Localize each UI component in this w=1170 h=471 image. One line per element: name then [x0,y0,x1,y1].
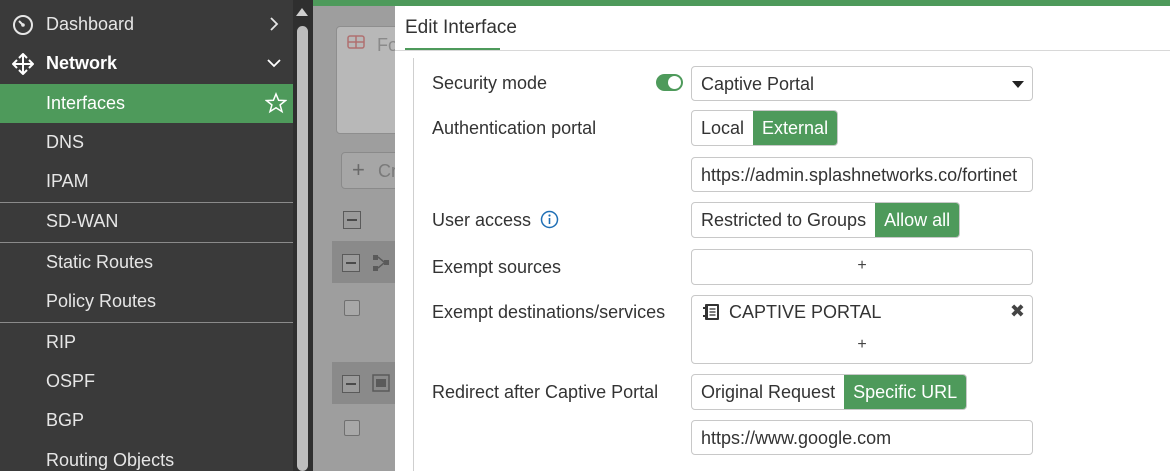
security-mode-select[interactable]: Captive Portal [691,66,1033,101]
edit-interface-dialog: Edit Interface Security mode Captive Por… [395,6,1170,471]
dialog-header-divider [395,50,1170,51]
chevron-right-icon [270,17,279,31]
security-mode-label: Security mode [432,73,548,93]
sidebar-item-label: DNS [46,132,85,152]
sidebar-item-label: Policy Routes [46,291,157,311]
caret-down-icon [1012,81,1024,88]
exempt-destination-entry: CAPTIVE PORTAL [729,302,882,322]
hierarchy-icon [373,255,389,271]
dialog-section-border [413,58,414,471]
redirect-label: Redirect after Captive Portal [432,382,659,402]
star-favorite-icon[interactable] [265,92,287,114]
exempt-destinations-add-button[interactable]: + [692,336,1032,354]
redirect-url-value: https://www.google.com [701,428,892,448]
sidebar-item-label: OSPF [46,371,96,391]
sidebar: Dashboard Network Interfaces DNS IPAM SD… [0,0,295,471]
sidebar-item-label: BGP [46,410,85,430]
auth-portal-option-local[interactable]: Local [692,111,753,145]
port-icon [372,374,390,392]
sidebar-item-ospf[interactable]: OSPF [0,362,293,401]
sidebar-item-policy-routes[interactable]: Policy Routes [0,282,293,321]
sidebar-item-label: Static Routes [46,252,154,272]
sidebar-item-static-routes[interactable]: Static Routes [0,243,293,282]
sidebar-item-label: RIP [46,332,77,352]
sidebar-item-bgp[interactable]: BGP [0,401,293,440]
sidebar-item-rip[interactable]: RIP [0,323,293,362]
sidebar-item-network[interactable]: Network [0,44,293,83]
sidebar-item-label: Routing Objects [46,450,175,470]
sidebar-item-interfaces[interactable]: Interfaces [0,84,293,123]
chevron-down-icon [267,59,281,68]
exempt-sources-field[interactable]: + [691,249,1033,285]
plus-icon: + [352,157,365,182]
collapse-group-icon [342,375,360,393]
user-access-toggle: Restricted to Groups Allow all [691,202,961,238]
exempt-sources-add-button[interactable]: + [692,257,1032,275]
collapse-group-icon [342,254,360,272]
auth-portal-label: Authentication portal [432,118,597,138]
auth-portal-url-input[interactable]: https://admin.splashnetworks.co/fortinet [691,157,1033,192]
exempt-destinations-label: Exempt destinations/services [432,302,666,322]
collapse-all-icon [343,211,361,229]
security-mode-toggle[interactable] [656,74,683,91]
dashboard-gauge-icon [13,15,33,35]
address-book-icon [703,304,719,320]
network-arrows-icon [12,53,34,75]
background-group-row [332,362,402,404]
row-checkbox [344,420,360,436]
user-access-option-allow-all[interactable]: Allow all [875,203,960,237]
auth-portal-url-value: https://admin.splashnetworks.co/fortinet [701,165,1018,185]
sidebar-item-sd-wan[interactable]: SD-WAN [0,202,293,241]
sidebar-item-label: Interfaces [46,93,126,113]
remove-entry-icon[interactable]: ✖ [1010,301,1025,322]
user-access-label: User access [432,210,532,230]
user-access-option-restricted[interactable]: Restricted to Groups [692,203,875,237]
sidebar-item-label: Network [46,53,118,73]
security-mode-value: Captive Portal [701,74,815,94]
redirect-option-specific-url[interactable]: Specific URL [844,375,967,409]
redirect-toggle: Original Request Specific URL [691,374,968,410]
background-group-row [332,241,402,283]
dialog-title: Edit Interface [405,17,517,38]
sidebar-scrollbar-thumb[interactable] [297,26,308,471]
scroll-up-arrow-icon[interactable] [296,8,308,16]
sidebar-item-label: SD-WAN [46,211,119,231]
fortigate-device-icon [347,35,365,49]
sidebar-item-dns[interactable]: DNS [0,123,293,162]
sidebar-item-label: IPAM [46,171,89,191]
auth-portal-toggle: Local External [691,110,839,146]
info-icon[interactable] [540,210,559,229]
sidebar-item-label: Dashboard [46,14,135,34]
sidebar-item-dashboard[interactable]: Dashboard [0,5,293,44]
auth-portal-option-external[interactable]: External [753,111,838,145]
row-checkbox [344,300,360,316]
exempt-sources-label: Exempt sources [432,257,562,277]
redirect-url-input[interactable]: https://www.google.com [691,420,1033,455]
sidebar-item-routing-objects[interactable]: Routing Objects [0,441,293,471]
redirect-option-original-request[interactable]: Original Request [692,375,844,409]
exempt-destinations-field[interactable]: CAPTIVE PORTAL ✖ + [691,295,1033,364]
sidebar-item-ipam[interactable]: IPAM [0,162,293,201]
